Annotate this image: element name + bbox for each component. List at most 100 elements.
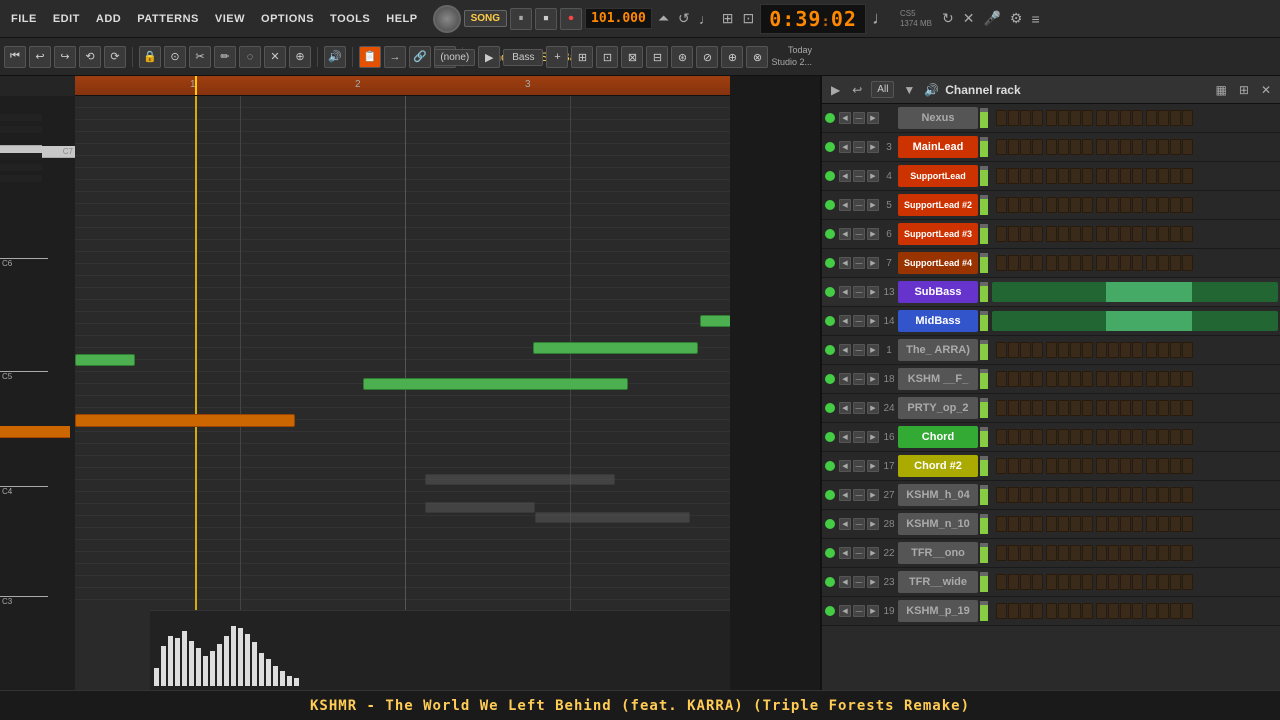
channel-led[interactable] (825, 432, 835, 442)
channel-row[interactable]: ◀—▶28KSHM_n_10 (822, 510, 1280, 539)
step-button[interactable] (1158, 110, 1169, 126)
step-button[interactable] (1082, 371, 1093, 387)
channel-mini-btn[interactable]: ◀ (839, 170, 851, 182)
channel-mini-btn[interactable]: ▶ (867, 402, 879, 414)
channel-led[interactable] (825, 142, 835, 152)
refresh-icon[interactable]: ↻ (939, 10, 957, 27)
step-button[interactable] (1070, 371, 1081, 387)
step-button[interactable] (1108, 574, 1119, 590)
step-button[interactable] (1182, 371, 1193, 387)
step-button[interactable] (1170, 110, 1181, 126)
step-button[interactable] (1058, 139, 1069, 155)
channel-mini-btn[interactable]: — (853, 228, 865, 240)
step-button[interactable] (1158, 168, 1169, 184)
channel-volume[interactable] (980, 398, 988, 418)
channel-name-button[interactable]: TFR__ono (898, 542, 978, 564)
step-button[interactable] (1096, 168, 1107, 184)
pattern-selector[interactable]: (none) (434, 49, 475, 66)
step-button[interactable] (1082, 168, 1093, 184)
step-button[interactable] (1146, 168, 1157, 184)
channel-steps[interactable] (992, 545, 1278, 561)
rack-grid-icon[interactable]: ⊞ (1236, 83, 1252, 97)
note-3[interactable] (533, 342, 698, 354)
snap-icon[interactable]: 🔒 (139, 46, 161, 68)
channel-led[interactable] (825, 606, 835, 616)
step-button[interactable] (1132, 574, 1143, 590)
channel-row[interactable]: ◀—▶5SupportLead #2 (822, 191, 1280, 220)
step-button[interactable] (1146, 458, 1157, 474)
channel-right-area[interactable] (990, 342, 1280, 358)
step-button[interactable] (1070, 458, 1081, 474)
step-button[interactable] (1170, 168, 1181, 184)
transport-icon-5[interactable]: ⊡ (740, 10, 758, 27)
undo-btn[interactable]: ↩ (29, 46, 51, 68)
channel-volume[interactable] (980, 543, 988, 563)
channel-row[interactable]: ◀—▶4SupportLead (822, 162, 1280, 191)
step-button[interactable] (1070, 400, 1081, 416)
step-button[interactable] (1158, 429, 1169, 445)
timeline[interactable]: 1 2 3 (75, 76, 730, 96)
channel-right-area[interactable] (990, 574, 1280, 590)
step-button[interactable] (1182, 342, 1193, 358)
channel-mini-btn[interactable]: ▶ (867, 518, 879, 530)
step-button[interactable] (1032, 255, 1043, 271)
step-button[interactable] (1032, 110, 1043, 126)
step-button[interactable] (1082, 139, 1093, 155)
channel-mini-btn[interactable]: ◀ (839, 112, 851, 124)
step-button[interactable] (1182, 603, 1193, 619)
step-button[interactable] (1046, 168, 1057, 184)
step-button[interactable] (1096, 197, 1107, 213)
step-button[interactable] (1132, 516, 1143, 532)
rack-history-btn[interactable]: ↩ (849, 83, 865, 97)
channel-mini-btn[interactable]: — (853, 518, 865, 530)
channel-right-area[interactable] (990, 255, 1280, 271)
step-button[interactable] (1146, 545, 1157, 561)
step-button[interactable] (1096, 371, 1107, 387)
step-button[interactable] (1108, 255, 1119, 271)
step-button[interactable] (1082, 226, 1093, 242)
channel-mini-btn[interactable]: ◀ (839, 460, 851, 472)
channel-mini-btn[interactable]: — (853, 257, 865, 269)
step-button[interactable] (1120, 342, 1131, 358)
channel-right-area[interactable] (990, 197, 1280, 213)
channel-led[interactable] (825, 345, 835, 355)
step-button[interactable] (1070, 545, 1081, 561)
channel-led[interactable] (825, 374, 835, 384)
magnet-icon[interactable]: ⊙ (164, 46, 186, 68)
channel-led[interactable] (825, 287, 835, 297)
transport-icon-3[interactable]: ♩ (696, 11, 716, 27)
step-button[interactable] (1170, 371, 1181, 387)
step-button[interactable] (1082, 574, 1093, 590)
step-button[interactable] (1182, 545, 1193, 561)
channel-name-button[interactable]: Chord (898, 426, 978, 448)
undo2-btn[interactable]: ⟲ (79, 46, 101, 68)
channel-volume[interactable] (980, 514, 988, 534)
step-button[interactable] (1020, 545, 1031, 561)
mic-icon[interactable]: 🎤 (980, 10, 1003, 27)
slice-icon[interactable]: 🔗 (409, 46, 431, 68)
channel-steps[interactable] (992, 458, 1278, 474)
step-button[interactable] (1120, 429, 1131, 445)
step-button[interactable] (1182, 487, 1193, 503)
add-mixer-btn[interactable]: + (546, 46, 568, 68)
channel-mini-btn[interactable]: ◀ (839, 373, 851, 385)
step-button[interactable] (1032, 429, 1043, 445)
step-button[interactable] (1058, 487, 1069, 503)
channel-mini-btn[interactable]: ▶ (867, 431, 879, 443)
step-button[interactable] (1132, 487, 1143, 503)
step-button[interactable] (1032, 516, 1043, 532)
step-button[interactable] (996, 400, 1007, 416)
channel-right-area[interactable] (990, 139, 1280, 155)
step-button[interactable] (1070, 574, 1081, 590)
channel-steps[interactable] (992, 371, 1278, 387)
step-button[interactable] (1008, 603, 1019, 619)
step-button[interactable] (1108, 342, 1119, 358)
channel-row[interactable]: ◀—▶13SubBass (822, 278, 1280, 307)
channel-right-area[interactable] (990, 311, 1280, 331)
step-button[interactable] (1146, 342, 1157, 358)
step-button[interactable] (1046, 574, 1057, 590)
step-button[interactable] (1170, 545, 1181, 561)
step-button[interactable] (1032, 139, 1043, 155)
channel-right-area[interactable] (990, 516, 1280, 532)
step-button[interactable] (1058, 371, 1069, 387)
